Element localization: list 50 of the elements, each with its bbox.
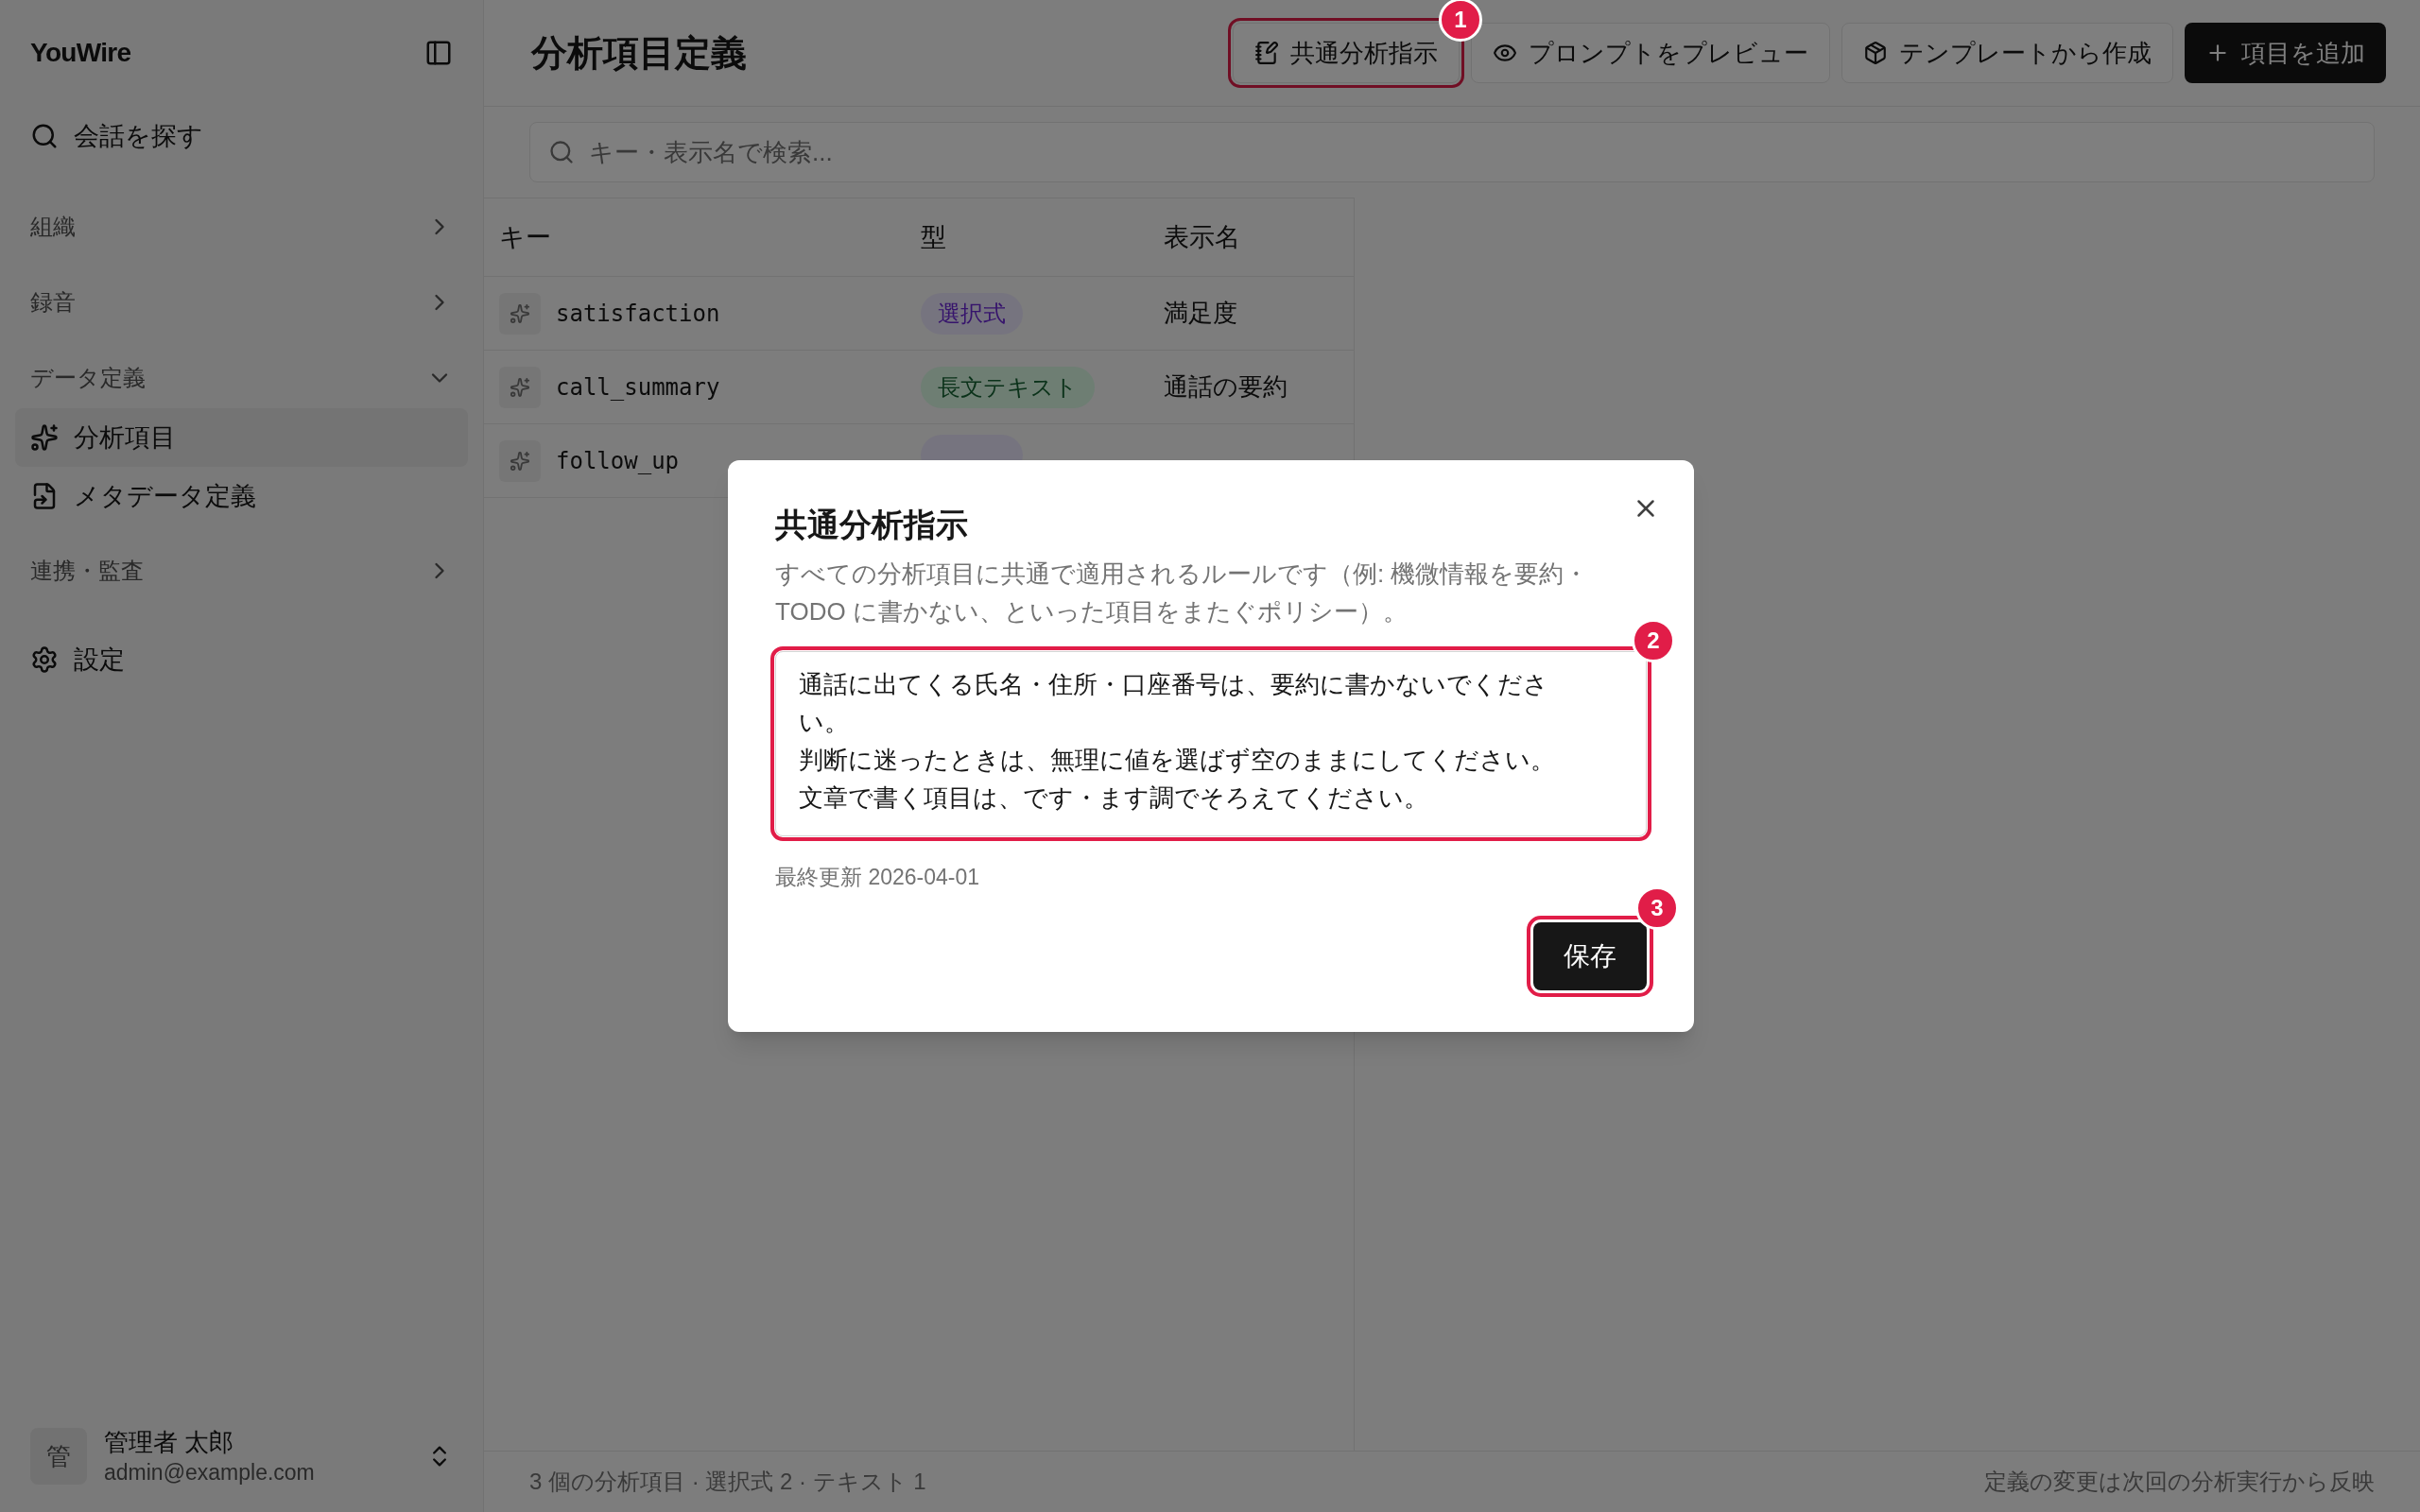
search-icon xyxy=(30,122,59,150)
column-header: 表示名 xyxy=(1164,221,1241,253)
brand-name: YouWire xyxy=(30,37,131,69)
last-updated: 最終更新 2026-04-01 xyxy=(775,864,981,891)
toolbar-button[interactable]: テンプレートから作成 xyxy=(1841,23,2173,83)
section-header[interactable]: 録音 xyxy=(15,272,468,333)
sparkles-icon xyxy=(30,423,59,452)
table-row[interactable]: call_summary 長文テキスト 通話の要約 xyxy=(484,351,1354,424)
sparkles-icon xyxy=(499,439,541,482)
instruction-line: 判断に迷ったときは、無理に値を選ばず空のままにしてください。 xyxy=(799,745,1556,776)
sparkles-icon xyxy=(499,292,541,335)
notebook-pen-icon xyxy=(1254,41,1279,65)
avatar: 管 xyxy=(30,1428,87,1485)
table-cell-text: 通話の要約 xyxy=(1164,371,1288,403)
section-header[interactable]: 組織 xyxy=(15,197,468,257)
sidebar-item[interactable]: 会話を探す xyxy=(15,106,468,166)
callout-badge: 2 xyxy=(1632,619,1675,662)
instruction-line: 通話に出てくる氏名・住所・口座番号は、要約に書かないでください。 xyxy=(799,669,1549,738)
type-tag: 長文テキスト xyxy=(921,366,1095,408)
toolbar-button[interactable]: プロンプトをプレビュー xyxy=(1471,23,1830,83)
section-header[interactable]: 連携・監査 xyxy=(15,541,468,601)
status-text: 3 個の分析項目 · 選択式 2 · テキスト 1 xyxy=(529,1468,926,1496)
package-icon xyxy=(1863,41,1888,65)
sparkles-icon xyxy=(499,366,541,408)
status-note: 定義の変更は次回の分析実行から反映 xyxy=(1984,1468,2375,1496)
sidebar-item[interactable]: メタデータ定義 xyxy=(15,467,468,525)
page-title: 分析項目定義 xyxy=(531,31,747,75)
type-tag: 選択式 xyxy=(921,292,1023,335)
dialog-description: すべての分析項目に共通で適用されるルールです（例: 機微情報を要約・TODO に書かない、といった項目をまたぐポリシー）。 xyxy=(775,558,1590,627)
sidebar-toggle-icon[interactable] xyxy=(424,39,453,67)
sidebar-item[interactable]: 分析項目 xyxy=(15,408,468,467)
table-cell-text: call_summary xyxy=(556,372,720,403)
table-cell-text: 満足度 xyxy=(1164,298,1238,329)
table-cell-text: satisfaction xyxy=(556,299,720,329)
table-row[interactable]: satisfaction 選択式 満足度 xyxy=(484,277,1354,351)
sidebar-item[interactable]: 設定 xyxy=(15,629,468,690)
user-name: 管理者 太郎 xyxy=(104,1427,235,1458)
column-header: 型 xyxy=(921,221,947,253)
user-email: admin@example.com xyxy=(104,1459,316,1486)
dialog-title: 共通分析指示 xyxy=(775,506,969,544)
settings-icon xyxy=(30,645,59,674)
user-menu[interactable]: 管 管理者 太郎 admin@example.com xyxy=(15,1414,468,1499)
column-header: キー xyxy=(498,221,552,253)
section-header[interactable]: データ定義 xyxy=(15,348,468,408)
callout-badge: 1 xyxy=(1439,0,1482,42)
table-cell-text: follow_up xyxy=(556,446,680,476)
add-item-button[interactable]: 項目を追加 xyxy=(2185,23,2386,83)
search-icon xyxy=(548,139,575,165)
search-field[interactable]: キー・表示名で検索... xyxy=(529,122,2375,182)
instruction-line: 文章で書く項目は、です・ます調でそろえてください。 xyxy=(799,782,1429,814)
